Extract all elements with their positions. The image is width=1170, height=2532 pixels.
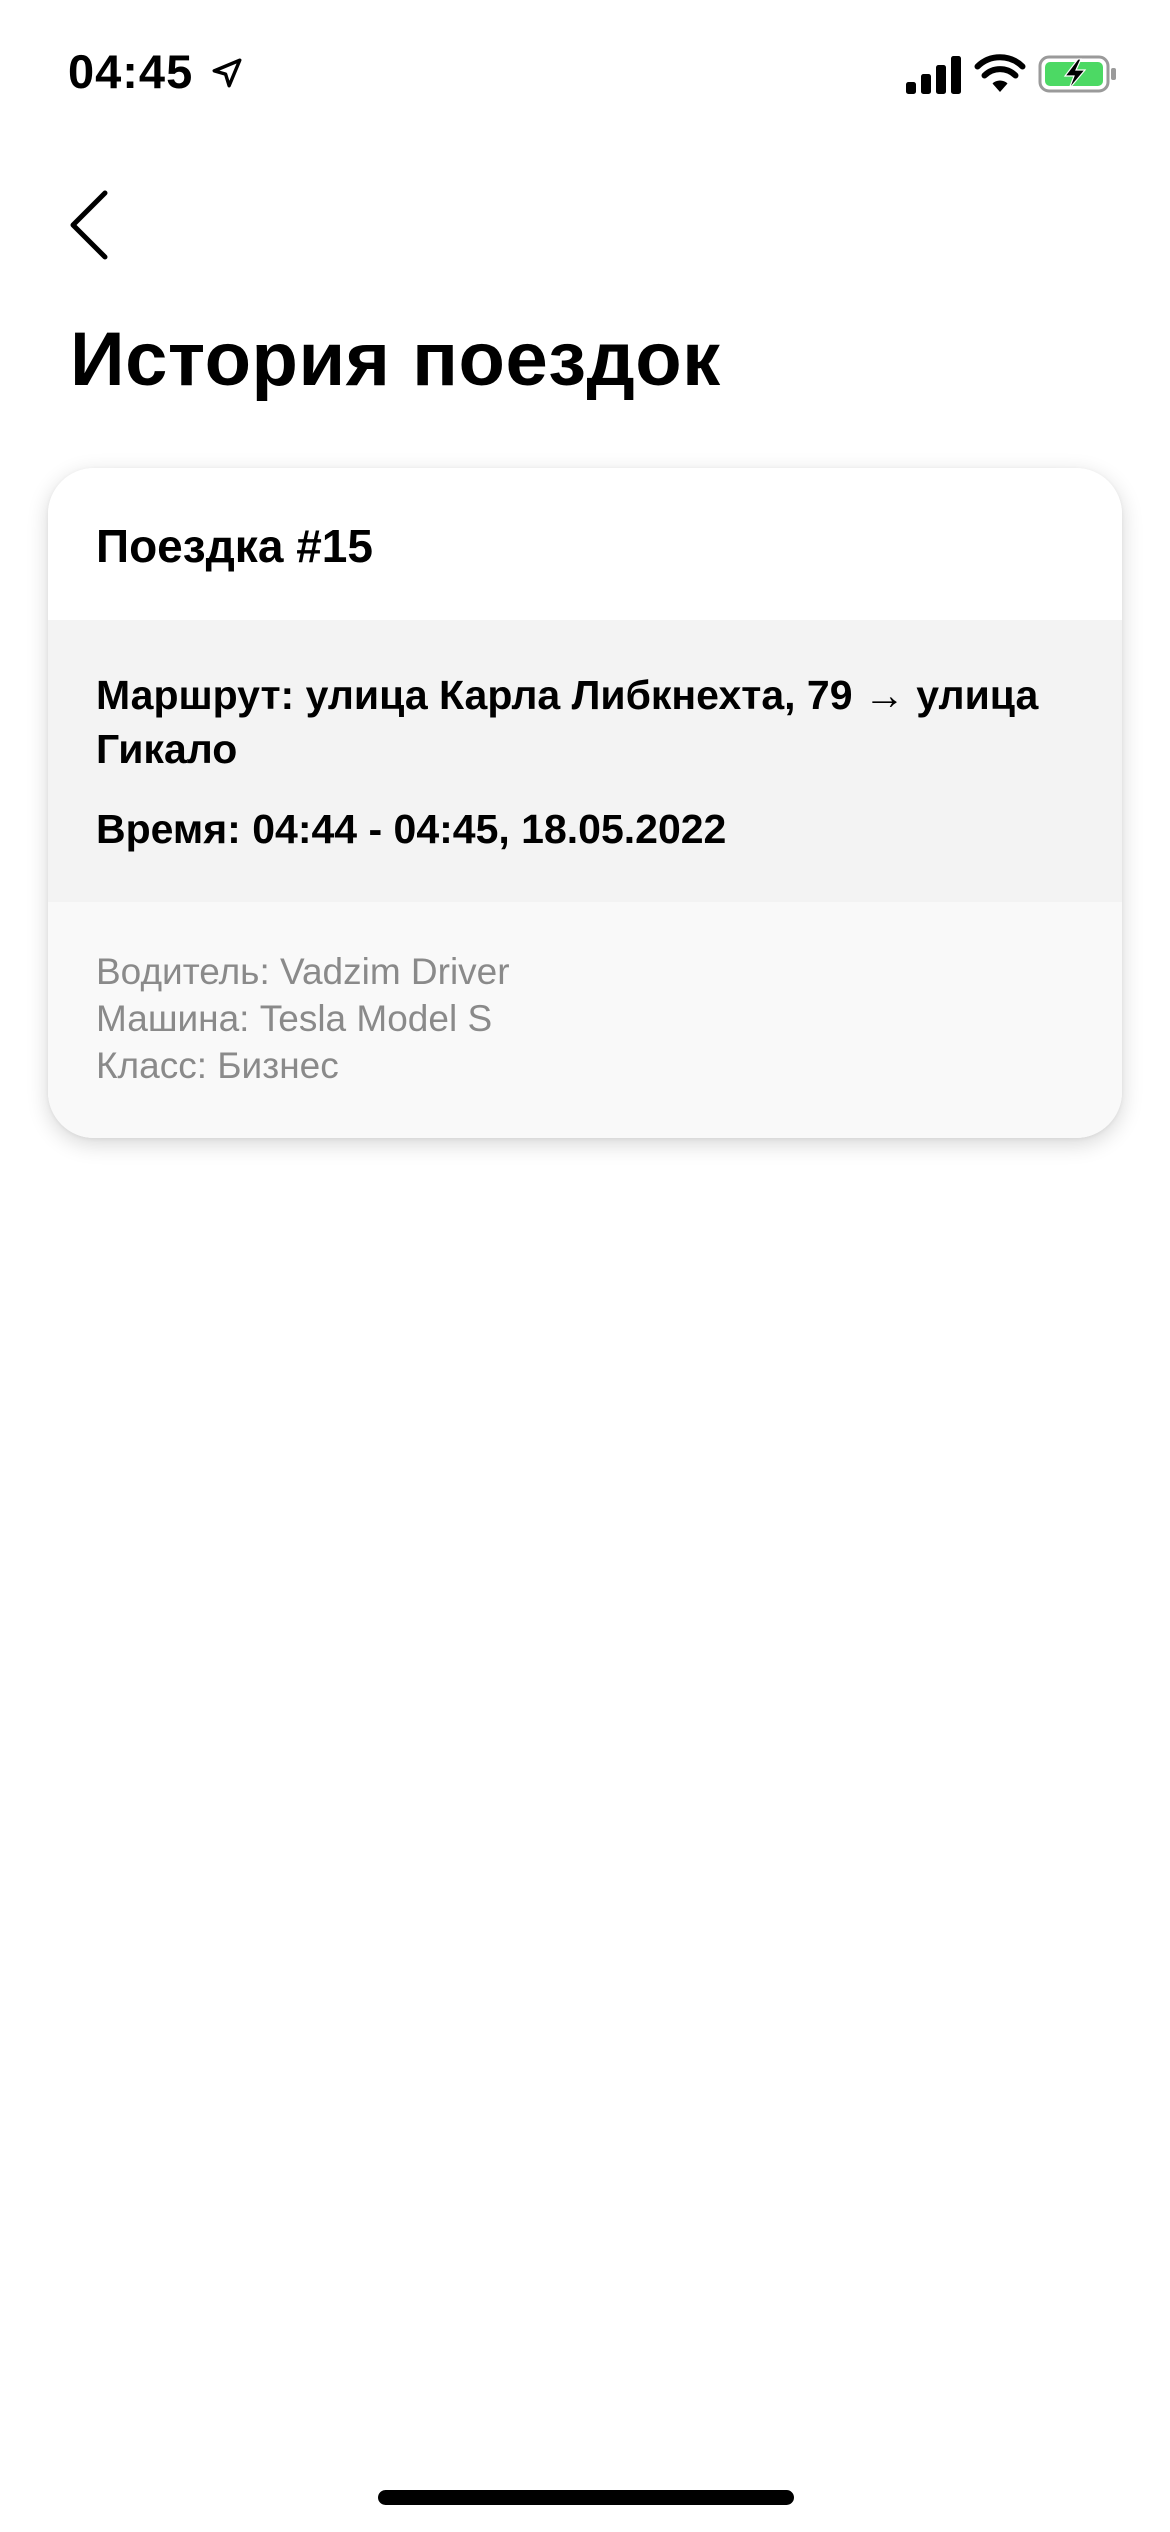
chevron-left-icon: [70, 190, 108, 260]
trip-card-footer: Водитель: Vadzim Driver Машина: Tesla Mo…: [48, 902, 1122, 1138]
trip-title: Поездка #15: [96, 520, 373, 572]
trip-driver: Водитель: Vadzim Driver: [96, 951, 510, 992]
trip-route: Маршрут: улица Карла Либкнехта, 79 → ули…: [96, 672, 1039, 772]
wifi-icon: [974, 54, 1026, 92]
trip-car: Машина: Tesla Model S: [96, 998, 493, 1039]
location-arrow-icon: [212, 58, 242, 88]
status-bar: 04:45: [0, 0, 1170, 150]
trip-class: Класс: Бизнес: [96, 1045, 339, 1086]
back-button[interactable]: [54, 180, 124, 270]
trip-time: Время: 04:44 - 04:45, 18.05.2022: [96, 806, 727, 852]
trip-card-header: Поездка #15: [48, 468, 1122, 620]
trip-card-main: Маршрут: улица Карла Либкнехта, 79 → ули…: [48, 620, 1122, 902]
trip-details: Водитель: Vadzim Driver Машина: Tesla Mo…: [96, 948, 510, 1089]
home-indicator[interactable]: [378, 2490, 794, 2505]
trip-card[interactable]: Поездка #15 Маршрут: улица Карла Либкнех…: [48, 468, 1122, 1138]
cellular-signal-icon: [906, 56, 961, 94]
page-title: История поездок: [70, 317, 721, 402]
battery-charging-icon: [1038, 55, 1116, 93]
status-time: 04:45: [68, 45, 194, 98]
